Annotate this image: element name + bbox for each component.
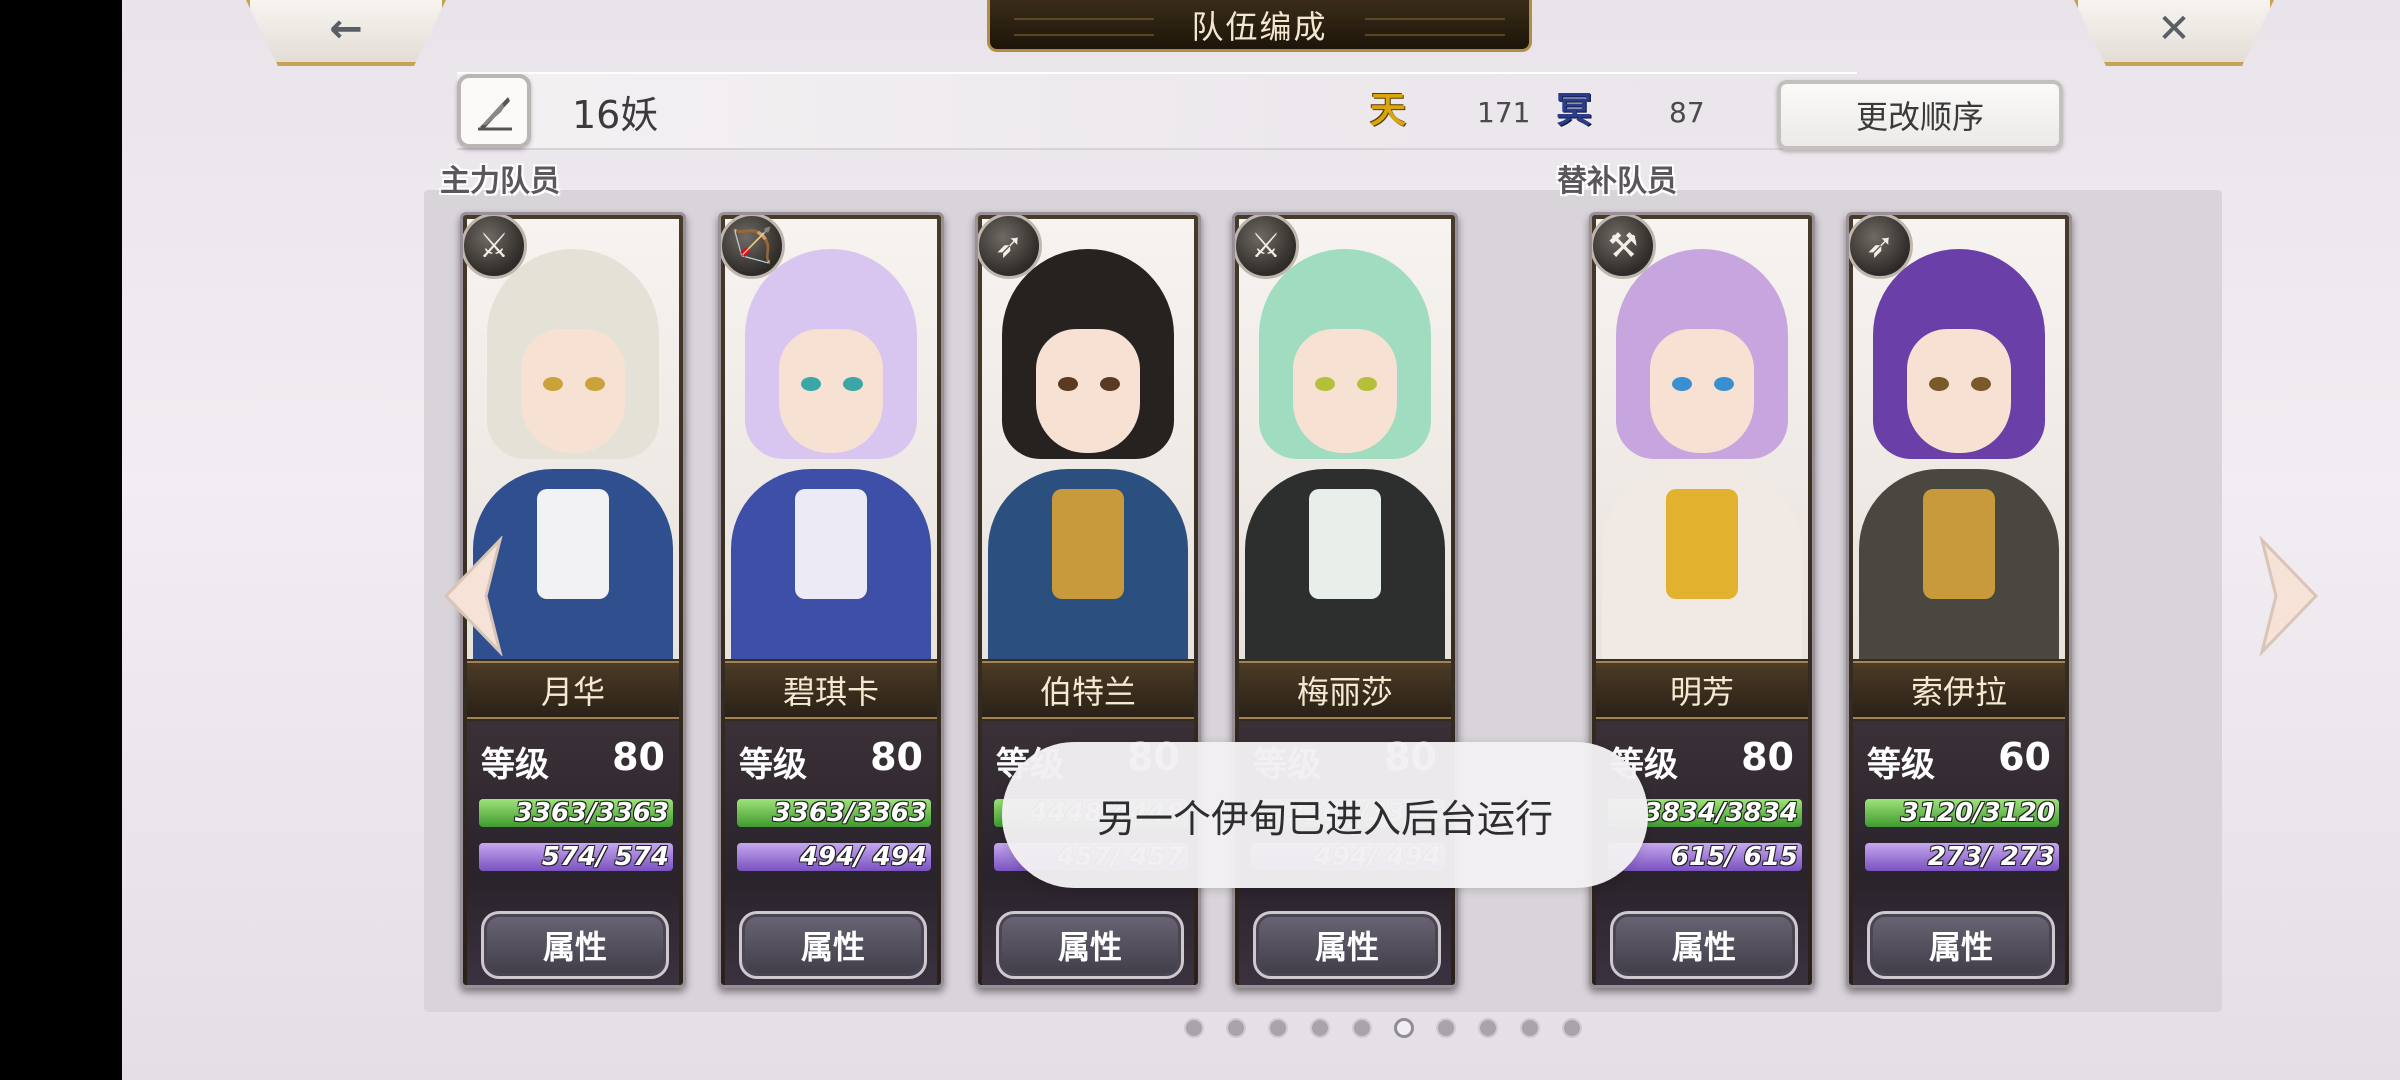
character-portrait (982, 219, 1194, 659)
weapon-type-icon: ⚒ (1592, 215, 1656, 279)
close-button[interactable]: ✕ (2074, 0, 2274, 66)
edit-team-name-button[interactable] (457, 74, 531, 148)
page-dot[interactable] (1436, 1018, 1456, 1038)
page-dot[interactable] (1478, 1018, 1498, 1038)
underworld-icon: 冥 (1555, 89, 1592, 131)
level-label: 等级 (739, 745, 807, 785)
hp-bar: 3120/3120 (1865, 799, 2059, 827)
heaven-count: 171 (1477, 96, 1531, 129)
character-name: 伯特兰 (982, 661, 1194, 719)
level-value: 60 (1998, 735, 2051, 779)
character-stats: 等级 60 3120/3120 273/ 273 属性 (1853, 721, 2065, 985)
character-stats: 等级 80 3363/3363 574/ 574 属性 (467, 721, 679, 985)
attributes-button[interactable]: 属性 (1253, 911, 1441, 979)
page-dot[interactable] (1268, 1018, 1288, 1038)
underworld-count: 87 (1669, 96, 1705, 129)
reserve-members-label: 替补队员 (1557, 164, 1677, 199)
character-portrait (1596, 219, 1808, 659)
page-dot[interactable] (1562, 1018, 1582, 1038)
main-members-label: 主力队员 (440, 164, 560, 199)
hp-bar: 3363/3363 (737, 799, 931, 827)
level-value: 80 (870, 735, 923, 779)
page-title: 队伍编成 (1191, 7, 1328, 46)
level-value: 80 (612, 735, 665, 779)
page-dot[interactable] (1310, 1018, 1330, 1038)
character-portrait (1853, 219, 2065, 659)
title-bar: 队伍编成 (987, 0, 1532, 52)
page-dot[interactable] (1520, 1018, 1540, 1038)
mp-bar: 494/ 494 (737, 843, 931, 871)
toast-message: 另一个伊甸已进入后台运行 (1002, 742, 1648, 888)
level-label: 等级 (1867, 745, 1935, 785)
weapon-type-icon: 🏹 (721, 215, 785, 279)
character-name: 明芳 (1596, 661, 1808, 719)
level-label: 等级 (481, 745, 549, 785)
character-card[interactable]: 🏹 碧琪卡 等级 80 3363/3363 494/ 494 属性 (718, 212, 944, 988)
back-button[interactable]: ← (246, 0, 446, 66)
attributes-button[interactable]: 属性 (481, 911, 669, 979)
page-dot[interactable] (1352, 1018, 1372, 1038)
character-card[interactable]: ➶ 索伊拉 等级 60 3120/3120 273/ 273 属性 (1846, 212, 2072, 988)
heaven-icon: 天 (1369, 89, 1406, 131)
character-name: 碧琪卡 (725, 661, 937, 719)
close-icon: ✕ (2157, 6, 2191, 52)
weapon-type-icon: ⚔ (1235, 215, 1299, 279)
hp-bar: 3363/3363 (479, 799, 673, 827)
page-indicator (1184, 1018, 1582, 1040)
back-arrow-icon: ← (329, 6, 363, 52)
team-name: 16妖 (572, 93, 659, 137)
weapon-type-icon: ➶ (978, 215, 1042, 279)
character-stats: 等级 80 3363/3363 494/ 494 属性 (725, 721, 937, 985)
character-card[interactable]: ⚒ 明芳 等级 80 3834/3834 615/ 615 属性 (1589, 212, 1815, 988)
level-value: 80 (1741, 735, 1794, 779)
character-name: 索伊拉 (1853, 661, 2065, 719)
weapon-type-icon: ➶ (1849, 215, 1913, 279)
page-dot[interactable] (1184, 1018, 1204, 1038)
page-dot[interactable] (1226, 1018, 1246, 1038)
page-dot[interactable] (1394, 1018, 1414, 1038)
attributes-button[interactable]: 属性 (1610, 911, 1798, 979)
character-portrait (725, 219, 937, 659)
mp-bar: 574/ 574 (479, 843, 673, 871)
team-info-row (457, 72, 1857, 150)
reorder-button[interactable]: 更改顺序 (1777, 80, 2063, 150)
game-screen: ← 队伍编成 ✕ 16妖 天 171 冥 87 更改顺序 主力队员 替补队员 ▲… (122, 0, 2400, 1080)
prev-page-arrow-icon[interactable] (442, 536, 504, 656)
quill-icon (478, 97, 512, 131)
attributes-button[interactable]: 属性 (996, 911, 1184, 979)
mp-bar: 273/ 273 (1865, 843, 2059, 871)
next-page-arrow-icon[interactable] (2258, 536, 2320, 656)
attributes-button[interactable]: 属性 (739, 911, 927, 979)
weapon-type-icon: ⚔ (463, 215, 527, 279)
character-name: 梅丽莎 (1239, 661, 1451, 719)
attributes-button[interactable]: 属性 (1867, 911, 2055, 979)
character-portrait (1239, 219, 1451, 659)
character-name: 月华 (467, 661, 679, 719)
